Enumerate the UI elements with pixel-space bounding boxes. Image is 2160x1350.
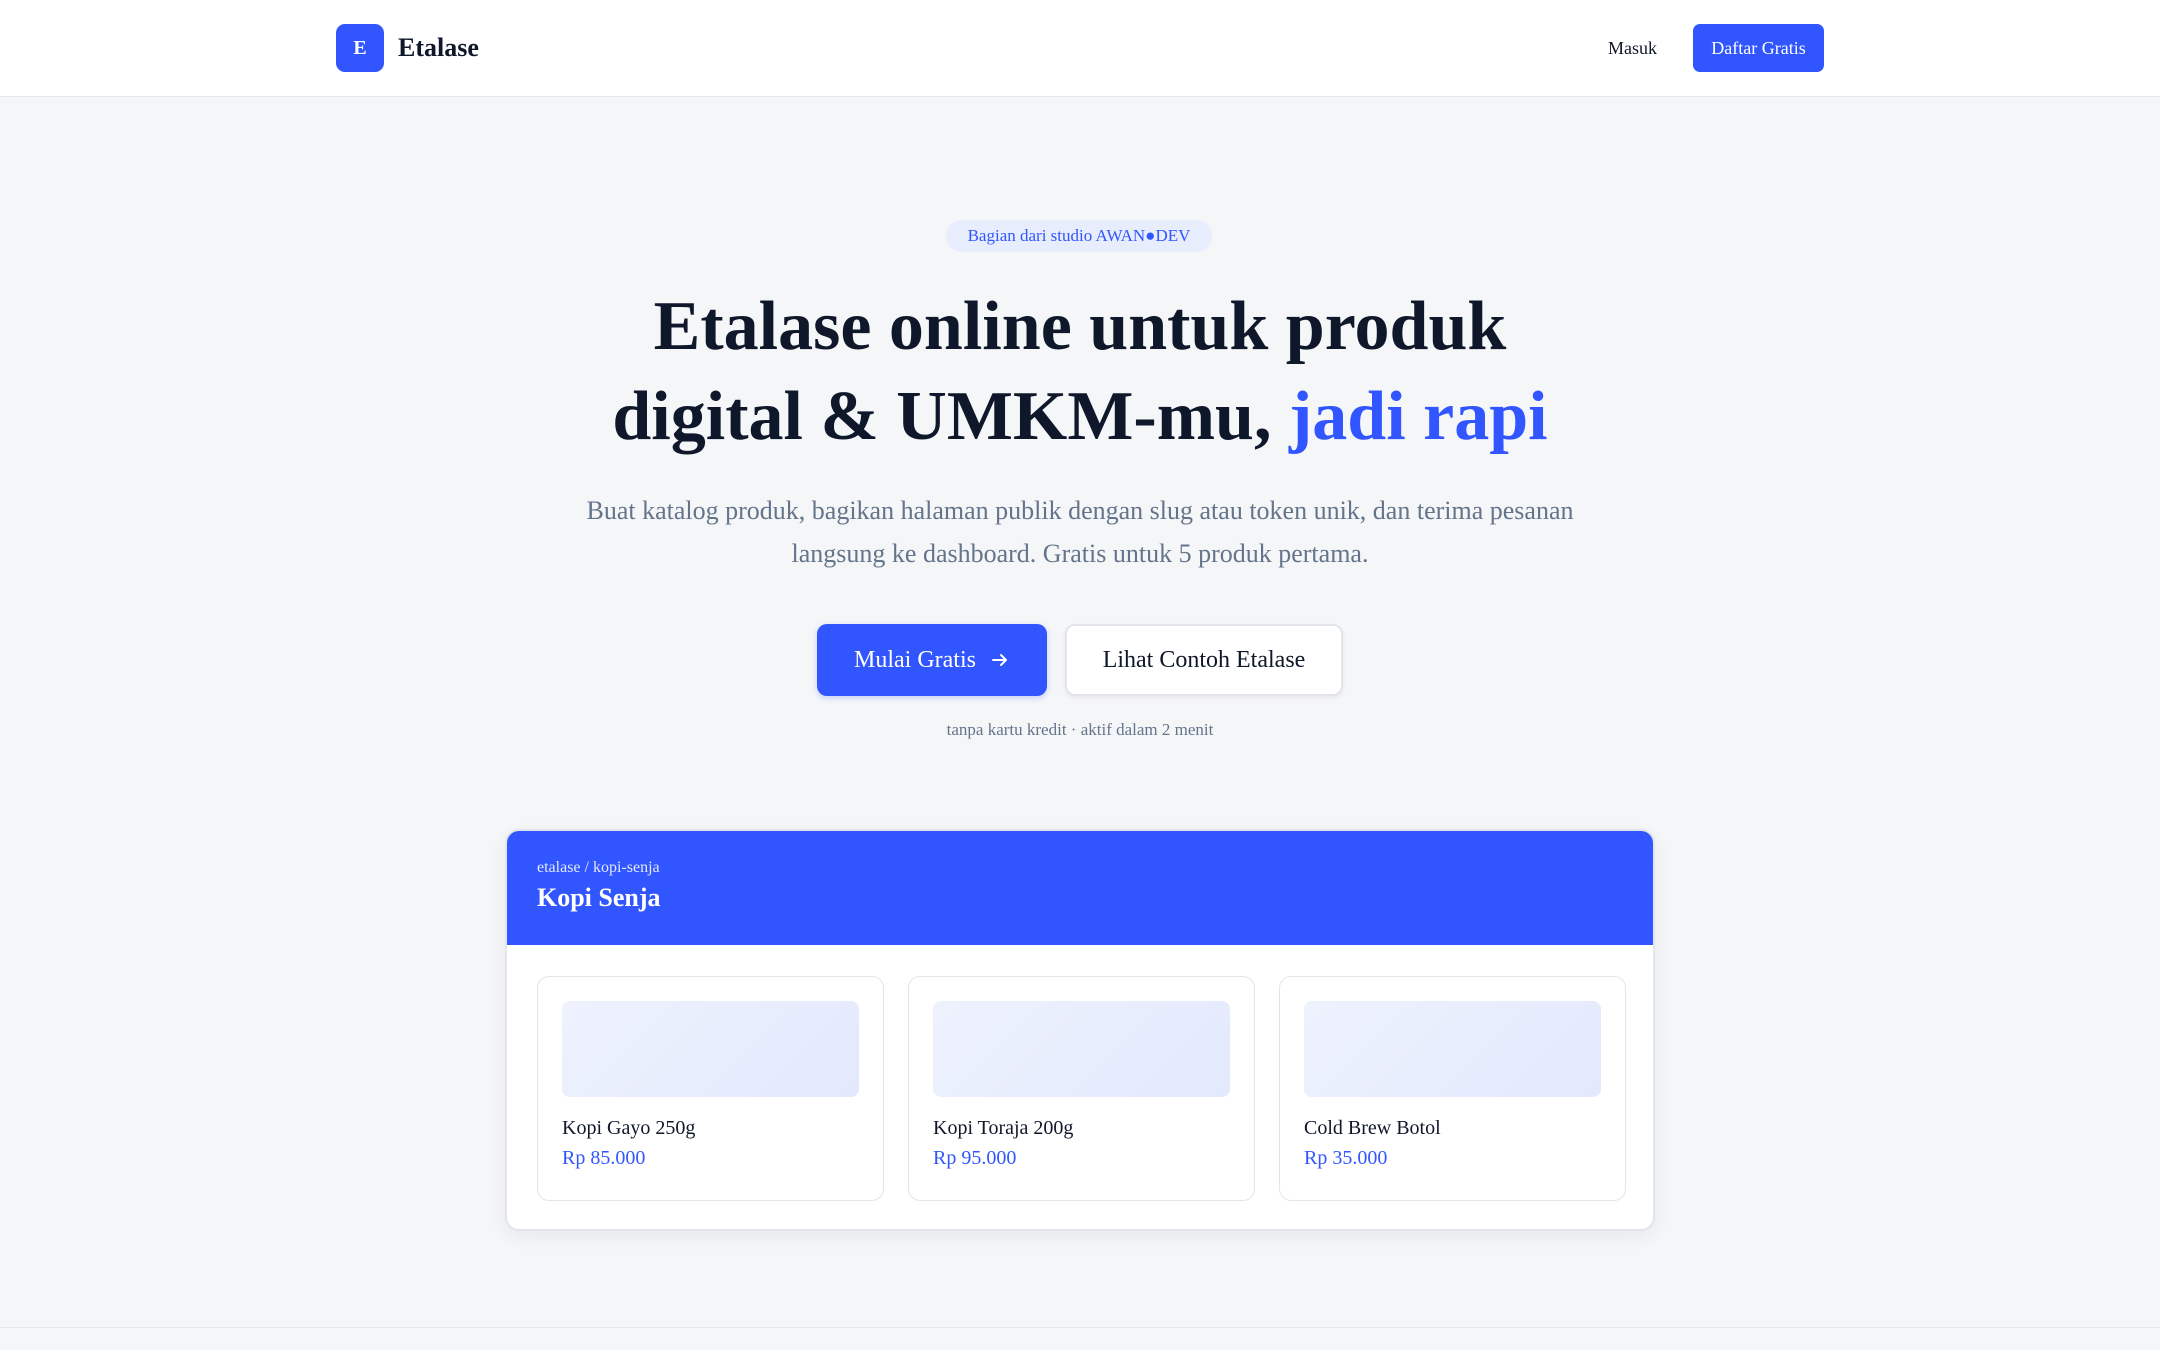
product-card[interactable]: Cold Brew Botol Rp 35.000 bbox=[1279, 976, 1626, 1201]
product-card[interactable]: Kopi Gayo 250g Rp 85.000 bbox=[537, 976, 884, 1201]
signup-button[interactable]: Daftar Gratis bbox=[1693, 24, 1824, 72]
logo-icon: E bbox=[336, 24, 384, 72]
start-free-label: Mulai Gratis bbox=[854, 646, 976, 673]
top-navbar: E Etalase Masuk Daftar Gratis bbox=[0, 0, 2160, 97]
brand-name: Etalase bbox=[398, 33, 479, 62]
hero-title-accent: jadi rapi bbox=[1288, 378, 1548, 455]
storefront-header: etalase / kopi-senja Kopi Senja bbox=[507, 831, 1653, 945]
signup-note: tanpa kartu kredit · aktif dalam 2 menit bbox=[946, 720, 1214, 739]
view-example-button[interactable]: Lihat Contoh Etalase bbox=[1065, 624, 1343, 696]
login-link[interactable]: Masuk bbox=[1608, 30, 1657, 66]
product-image-placeholder bbox=[1304, 1001, 1601, 1097]
product-price: Rp 85.000 bbox=[562, 1147, 646, 1169]
product-name: Cold Brew Botol bbox=[1304, 1117, 1441, 1139]
footer-divider bbox=[0, 1327, 2160, 1328]
studio-badge: Bagian dari studio AWAN●DEV bbox=[946, 220, 1212, 252]
product-name: Kopi Toraja 200g bbox=[933, 1117, 1074, 1139]
product-price: Rp 35.000 bbox=[1304, 1147, 1388, 1169]
storefront-preview: etalase / kopi-senja Kopi Senja Kopi Gay… bbox=[505, 829, 1655, 1231]
product-price: Rp 95.000 bbox=[933, 1147, 1017, 1169]
start-free-button[interactable]: Mulai Gratis bbox=[817, 624, 1047, 696]
hero-title-line2: digital & UMKM-mu, bbox=[612, 378, 1272, 455]
hero-title-line1: Etalase online untuk produk bbox=[653, 288, 1507, 365]
storefront-name: Kopi Senja bbox=[537, 883, 661, 912]
product-image-placeholder bbox=[933, 1001, 1230, 1097]
hero-subtitle: Buat katalog produk, bagikan halaman pub… bbox=[586, 496, 1574, 568]
brand-logo[interactable]: E Etalase bbox=[336, 24, 479, 72]
product-name: Kopi Gayo 250g bbox=[562, 1117, 696, 1139]
storefront-slug: etalase / kopi-senja bbox=[537, 859, 660, 876]
hero-title: Etalase online untuk produk digital & UM… bbox=[480, 282, 1680, 462]
arrow-right-icon bbox=[991, 654, 1007, 666]
product-image-placeholder bbox=[562, 1001, 859, 1097]
product-card[interactable]: Kopi Toraja 200g Rp 95.000 bbox=[908, 976, 1255, 1201]
